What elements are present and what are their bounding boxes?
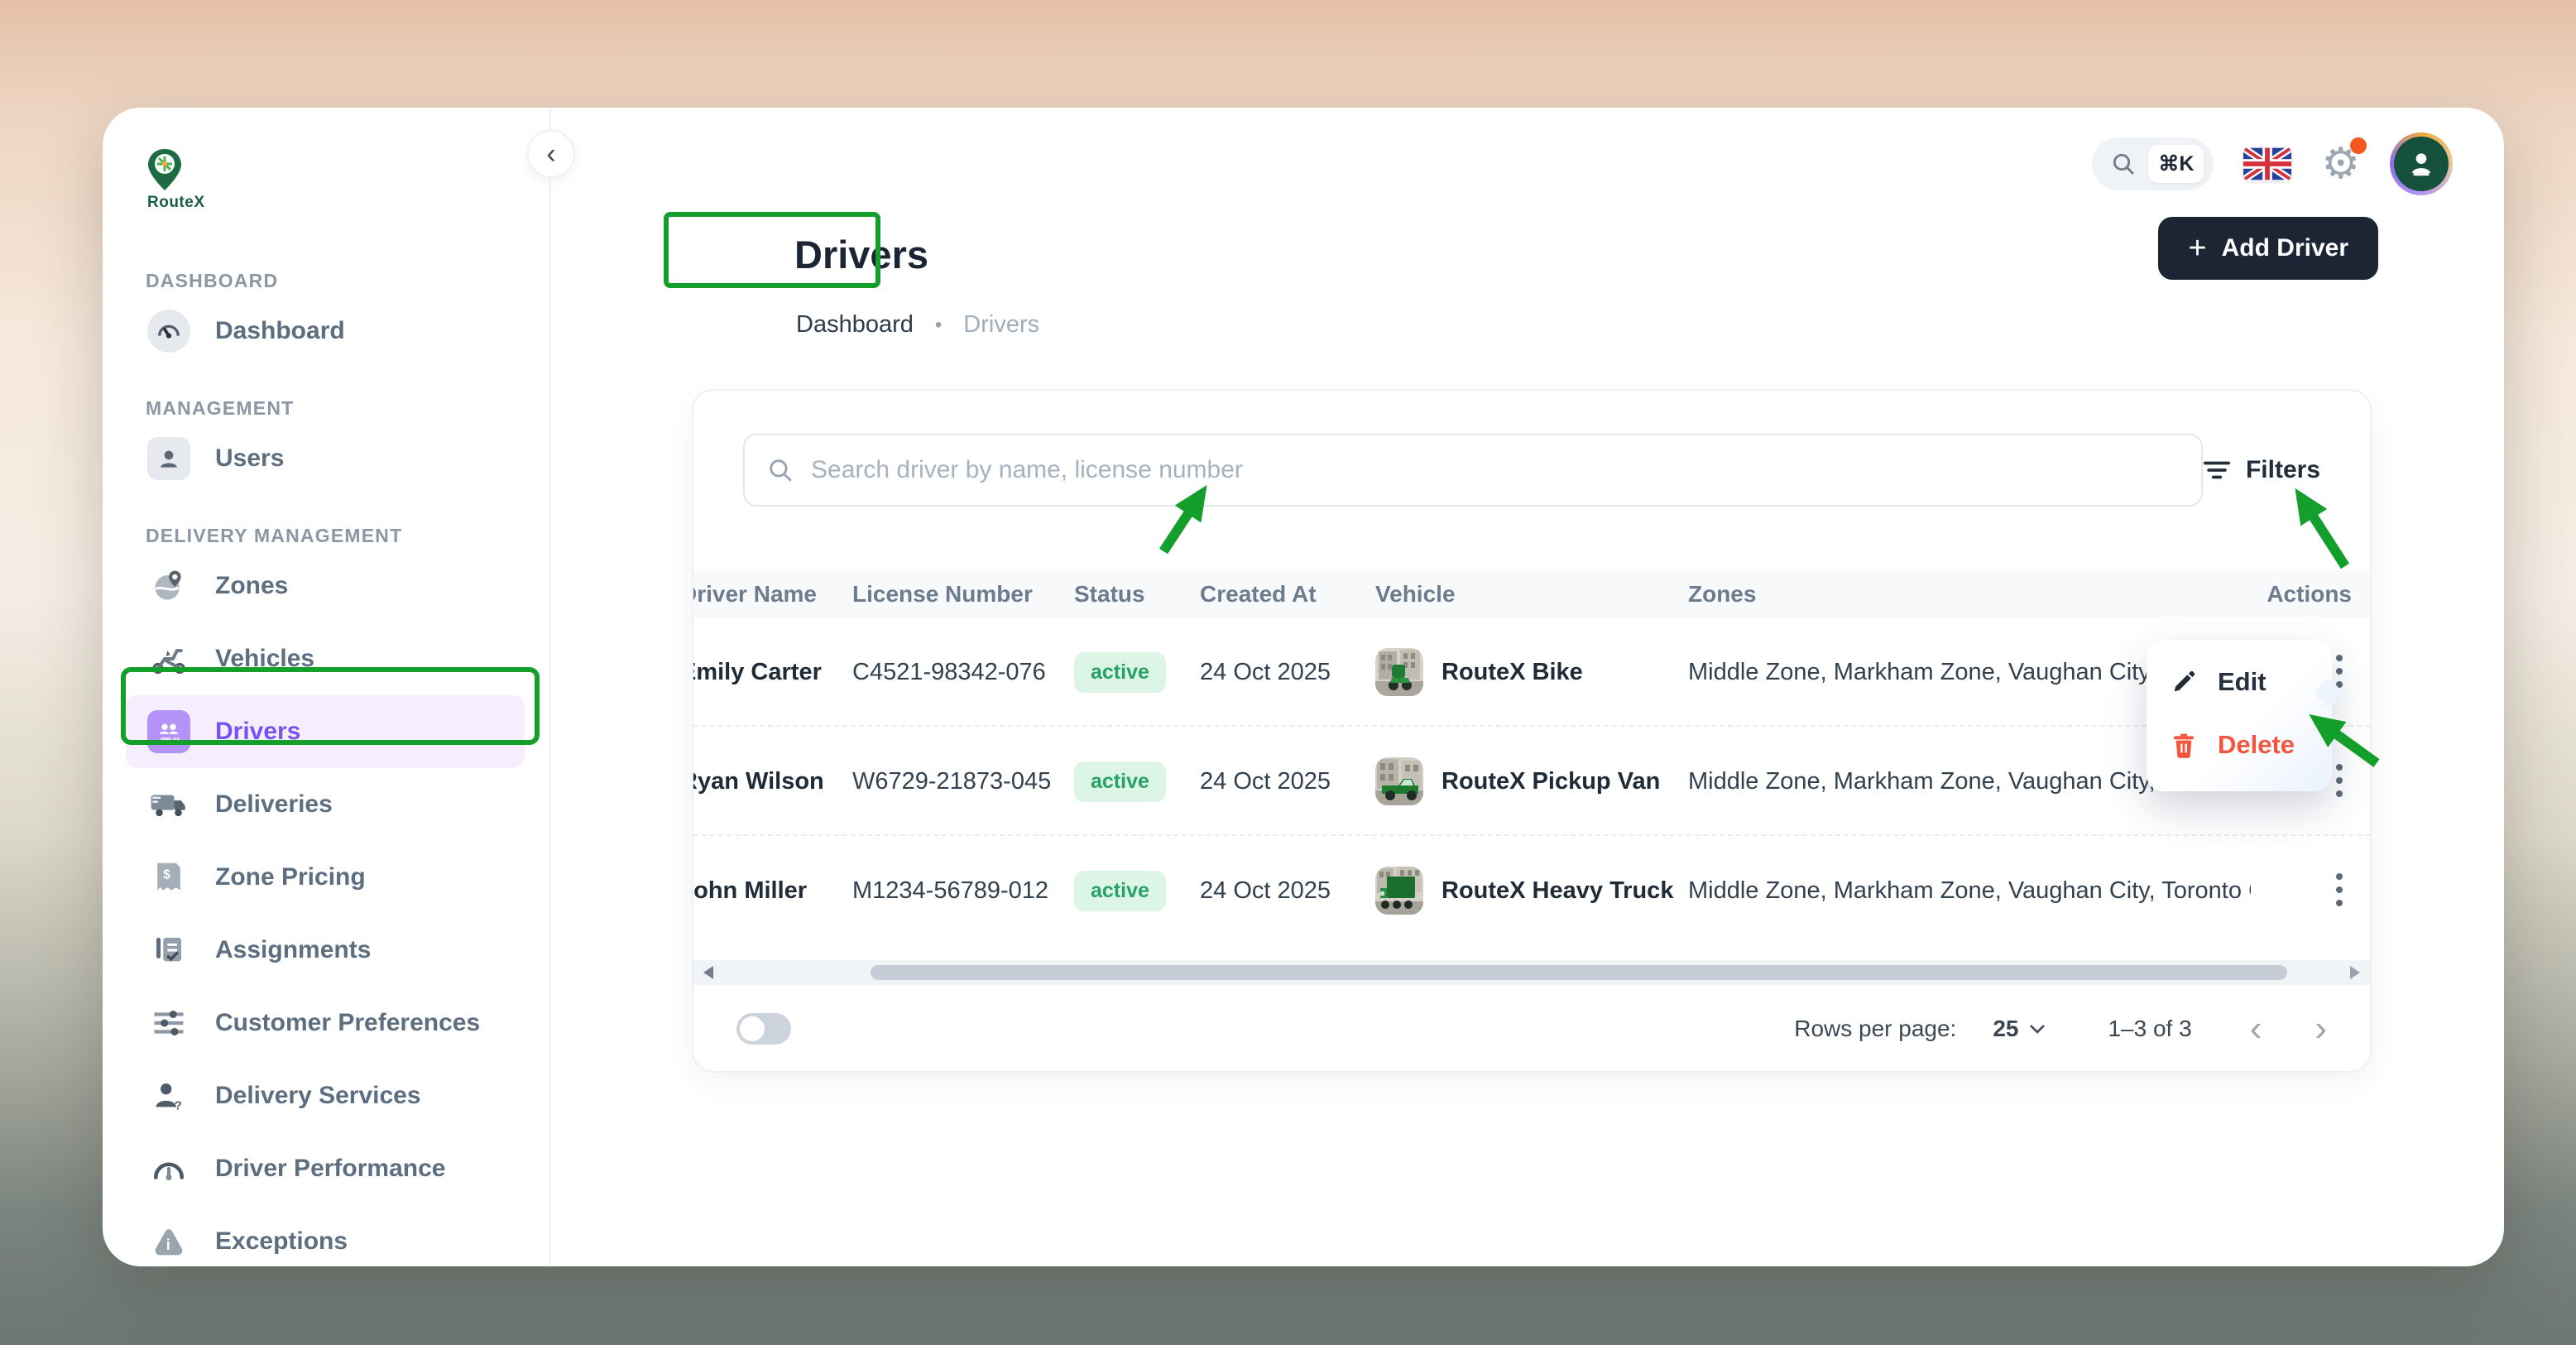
pencil-icon xyxy=(2171,670,2196,694)
table-row[interactable]: Emily Carter C4521-98342-076 active 24 O… xyxy=(693,617,2370,727)
breadcrumb: Dashboard • Drivers xyxy=(796,311,1039,339)
sliders-icon xyxy=(146,1008,192,1038)
pagination-range: 1–3 of 3 xyxy=(2108,1016,2191,1042)
status-badge: active xyxy=(1074,652,1166,693)
sidebar-item-dashboard[interactable]: Dashboard xyxy=(146,295,525,367)
plus-icon: + xyxy=(2188,231,2206,267)
sidebar-item-delivery-services[interactable]: ? Delivery Services xyxy=(146,1059,525,1132)
logo-pin-icon xyxy=(146,147,184,194)
row-actions-kebab[interactable] xyxy=(2327,867,2352,913)
settings-button[interactable]: ⚙ xyxy=(2321,142,2360,185)
sidebar-item-zones[interactable]: Zones xyxy=(146,550,525,622)
breadcrumb-separator: • xyxy=(935,314,942,337)
col-status: Status xyxy=(1074,581,1200,608)
receipt-dollar-icon: $ xyxy=(146,860,192,895)
truck-icon xyxy=(146,789,192,820)
col-actions: Actions xyxy=(2251,581,2370,608)
search-icon xyxy=(2110,151,2137,177)
table-row[interactable]: Ryan Wilson W6729-21873-045 active 24 Oc… xyxy=(693,727,2370,836)
page-title: Drivers xyxy=(794,232,928,277)
filters-button[interactable]: Filters xyxy=(2203,456,2320,484)
shortcut-badge: ⌘K xyxy=(2148,145,2204,183)
sidebar-item-drivers[interactable]: Drivers xyxy=(126,695,525,768)
topbar: ⌘K ⚙ xyxy=(2092,131,2453,197)
rows-per-page-label: Rows per page: xyxy=(1794,1016,1956,1042)
status-badge: active xyxy=(1074,871,1166,911)
section-label-delivery-management: DELIVERY MANAGEMENT xyxy=(146,525,549,550)
driver-search-input[interactable] xyxy=(811,456,2180,484)
scooter-icon xyxy=(146,642,192,675)
notification-dot xyxy=(2350,137,2367,154)
sidebar-item-vehicles[interactable]: Vehicles xyxy=(146,622,525,695)
scroll-right-arrow-icon[interactable] xyxy=(2350,966,2360,979)
scroll-left-arrow-icon[interactable] xyxy=(703,966,713,979)
table-row[interactable]: John Miller M1234-56789-012 active 24 Oc… xyxy=(693,836,2370,945)
language-flag-uk[interactable] xyxy=(2243,147,2291,181)
search-icon xyxy=(766,456,794,484)
sidebar-item-zone-pricing[interactable]: $ Zone Pricing xyxy=(146,841,525,914)
col-created-at: Created At xyxy=(1200,581,1375,608)
table-header: Driver Name License Number Status Create… xyxy=(693,571,2370,617)
clipboard-pen-icon xyxy=(146,933,192,968)
vehicle-photo-pickup-van xyxy=(1375,757,1423,805)
app-window: RouteX DASHBOARD Dashboard MANAGEMENT Us… xyxy=(103,108,2504,1266)
sidebar-item-exceptions[interactable]: i Exceptions xyxy=(146,1205,525,1278)
col-vehicle: Vehicle xyxy=(1375,581,1688,608)
drivers-table-card: Filters Driver Name License Number Statu… xyxy=(692,389,2372,1073)
svg-text:i: i xyxy=(166,1237,170,1253)
person-question-icon: ? xyxy=(146,1079,192,1112)
logo-wordmark: RouteX xyxy=(147,194,549,212)
speedometer-icon xyxy=(146,1154,192,1184)
warning-info-icon: i xyxy=(146,1227,192,1256)
menu-item-edit[interactable]: Edit xyxy=(2147,651,2332,713)
next-page-button[interactable]: › xyxy=(2315,1011,2327,1047)
chevron-left-icon: ‹ xyxy=(546,138,555,171)
avatar-person-icon xyxy=(2406,148,2437,180)
dense-toggle[interactable] xyxy=(736,1013,791,1045)
svg-text:$: $ xyxy=(163,868,170,882)
sidebar-item-deliveries[interactable]: Deliveries xyxy=(146,768,525,841)
trash-icon xyxy=(2171,732,2196,758)
row-actions-menu: Edit Delete xyxy=(2147,641,2332,791)
horizontal-scrollbar[interactable] xyxy=(693,960,2370,985)
prev-page-button[interactable]: ‹ xyxy=(2250,1011,2262,1047)
filter-lines-icon xyxy=(2203,459,2231,481)
drivers-card-icon xyxy=(147,710,190,753)
sidebar-item-assignments[interactable]: Assignments xyxy=(146,914,525,987)
chevron-down-icon xyxy=(2028,1023,2046,1035)
global-search-button[interactable]: ⌘K xyxy=(2092,137,2214,190)
rows-per-page-select[interactable]: 25 xyxy=(1993,1016,2046,1042)
sidebar-item-users[interactable]: Users xyxy=(146,422,525,495)
driver-search-field[interactable] xyxy=(743,434,2203,507)
col-license-number: License Number xyxy=(852,581,1074,608)
section-label-dashboard: DASHBOARD xyxy=(146,270,549,295)
col-zones: Zones xyxy=(1688,581,2251,608)
col-driver-name: Driver Name xyxy=(693,581,852,608)
user-avatar[interactable] xyxy=(2390,132,2453,195)
app-logo[interactable]: RouteX xyxy=(146,132,549,240)
add-driver-button[interactable]: + Add Driver xyxy=(2158,217,2378,280)
globe-pin-icon xyxy=(146,568,192,604)
gauge-icon xyxy=(147,310,190,353)
breadcrumb-current: Drivers xyxy=(963,311,1039,339)
table-footer: Rows per page: 25 1–3 of 3 ‹ › xyxy=(693,985,2370,1073)
sidebar-item-customer-preferences[interactable]: Customer Preferences xyxy=(146,987,525,1059)
svg-text:?: ? xyxy=(175,1099,182,1112)
vehicle-photo-bike xyxy=(1375,648,1423,696)
status-badge: active xyxy=(1074,761,1166,802)
sidebar-item-driver-performance[interactable]: Driver Performance xyxy=(146,1132,525,1205)
sidebar: RouteX DASHBOARD Dashboard MANAGEMENT Us… xyxy=(103,108,551,1266)
sidebar-collapse-button[interactable]: ‹ xyxy=(527,130,575,178)
scrollbar-thumb[interactable] xyxy=(871,965,2287,980)
section-label-management: MANAGEMENT xyxy=(146,397,549,422)
breadcrumb-dashboard[interactable]: Dashboard xyxy=(796,311,914,339)
menu-item-delete[interactable]: Delete xyxy=(2147,713,2332,776)
vehicle-photo-heavy-truck xyxy=(1375,867,1423,915)
user-icon xyxy=(147,437,190,480)
